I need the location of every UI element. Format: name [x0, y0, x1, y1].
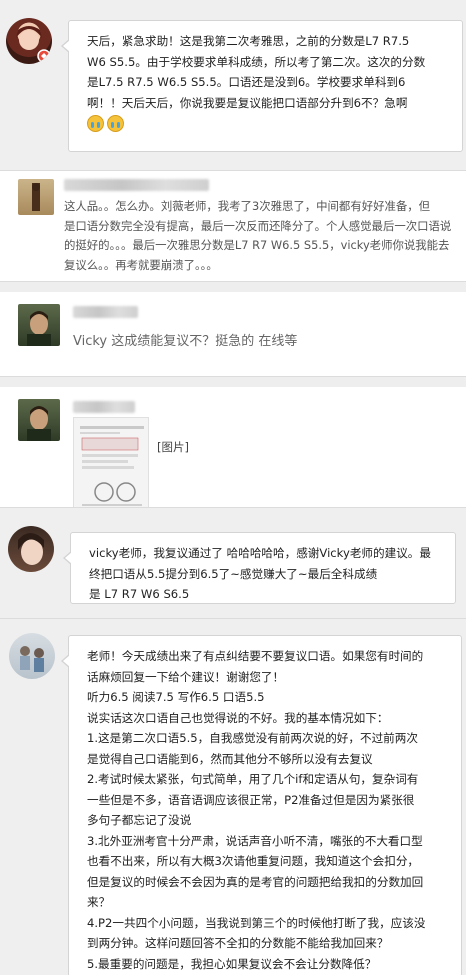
comment-bubble: vicky老师，我复议通过了 哈哈哈哈哈，感谢Vicky老师的建议。最 终把口语…: [63, 532, 456, 604]
comment-line: 一些但是不多，语音语调应该很正常，P2准备过但是因为紧张很: [87, 792, 415, 807]
comment-bubble: 天后，紧急求助！这是我第二次考雅思，之前的分数是L7 R7.5 W6 S5.5。…: [61, 20, 463, 152]
comment-line: 来？: [87, 895, 111, 909]
comment-line: 到两分钟。这样问题回答不全扣的分数能不能给我加回来？: [87, 936, 389, 950]
comment-line: 是 L7 R7 W6 S6.5: [89, 587, 190, 601]
username-blurred: [73, 401, 135, 413]
comment-line: 也看不出来，所以有大概3次请他重复问题，我知道这个会扣分，: [87, 854, 420, 868]
avatar[interactable]: [9, 633, 55, 679]
image-thumbnail[interactable]: [73, 417, 149, 509]
crying-face-icon: [107, 115, 124, 132]
comment-line: 听力6.5 阅读7.5 写作6.5 口语5.5: [87, 690, 265, 704]
avatar[interactable]: [18, 304, 60, 346]
comment-line: W6 S5.5。由于学校要求单科成绩，所以考了第二次。这次的分数: [87, 54, 426, 69]
comment-text: Vicky 这成绩能复议不？挺急的 在线等: [73, 334, 298, 349]
comment-line: 是L7.5 R7.5 W6.5 S5.5。口语还是没到6。学校要求单科到6: [87, 75, 406, 89]
avatar-photo-icon: [20, 646, 44, 672]
emoji-row: [87, 113, 450, 134]
comment-line: 复议么。。再考就要崩溃了。。。: [64, 257, 218, 272]
comment-line: 这人品。。怎么办。刘薇老师，我考了3次雅思了，中间都有好好准备，但: [64, 199, 431, 213]
avatar[interactable]: [8, 526, 54, 572]
avatar[interactable]: [18, 399, 60, 441]
comment-line: 话麻烦回复一下给个建议！谢谢您了！: [87, 669, 285, 684]
comment-line: 天后，紧急求助！这是我第二次考雅思，之前的分数是L7 R7.5: [87, 34, 410, 48]
comment-line: 1.这是第二次口语5.5，自我感觉没有前两次说的好，不过前两次: [87, 731, 418, 745]
comment-line: 啊！！天后天后，你说我要是复议能把口语部分升到6不？急啊: [87, 95, 408, 110]
comment-line: 说实话这次口语自己也觉得说的不好。我的基本情况如下：: [87, 710, 389, 725]
avatar[interactable]: [6, 18, 52, 64]
comment-block-2: 这人品。。怎么办。刘薇老师，我考了3次雅思了，中间都有好好准备，但 是口语分数完…: [0, 171, 466, 281]
avatar-photo-icon: [18, 533, 44, 565]
comment-line: 4.P2一共四个小问题，当我说到第三个的时候他打断了我，应该没: [87, 915, 426, 930]
comment-line: 2.考试时候太紧张，句式简单，用了几个if和定语从句，复杂词有: [87, 772, 419, 786]
avatar-illustration-icon: [16, 26, 51, 63]
avatar-photo-icon: [27, 406, 51, 441]
comment-block-1: 天后，紧急求助！这是我第二次考雅思，之前的分数是L7 R7.5 W6 S5.5。…: [0, 0, 466, 170]
comment-block-3: Vicky 这成绩能复议不？挺急的 在线等: [0, 282, 466, 376]
comment-block-6: 老师！今天成绩出来了有点纠结要不要复议口语。如果您有时间的 话麻烦回复一下给个建…: [0, 619, 466, 975]
comment-bubble: 老师！今天成绩出来了有点纠结要不要复议口语。如果您有时间的 话麻烦回复一下给个建…: [61, 635, 462, 975]
username-blurred: [73, 306, 138, 318]
comment-line: 3.北外亚洲考官十分严肃，说话声音小听不清，嘴张的不大看口型: [87, 833, 423, 848]
score-report-image-icon: [80, 426, 144, 506]
image-label[interactable]: [图片]: [157, 439, 189, 455]
comment-line: 多句子都忘记了没说: [87, 813, 192, 827]
comment-text: 这人品。。怎么办。刘薇老师，我考了3次雅思了，中间都有好好准备，但 是口语分数完…: [64, 197, 451, 275]
comment-block-5: vicky老师，我复议通过了 哈哈哈哈哈，感谢Vicky老师的建议。最 终把口语…: [0, 508, 466, 618]
username-blurred: [64, 179, 209, 191]
comment-line: 的挺好的。。。最后一次雅思分数是L7 R7 W6.5 S5.5，vicky老师你…: [64, 238, 450, 252]
avatar-photo-icon: [27, 311, 51, 346]
crying-face-icon: [87, 115, 104, 132]
comment-line: 是觉得自己口语能到6，然而其他分不够所以没有去复议: [87, 751, 373, 766]
comment-line: 是口语分数完全没有提高，最后一次反而还降分了。个人感觉最后一次口语说: [64, 218, 452, 233]
comment-line: 5.最重要的问题是，我担心如果复议会不会让分数降低？: [87, 956, 377, 971]
comment-line: 但是复议的时候会不会因为真的是考官的问题把给我扣的分数加回: [87, 874, 424, 889]
avatar-photo-icon: [32, 183, 40, 211]
comment-line: 老师！今天成绩出来了有点纠结要不要复议口语。如果您有时间的: [87, 649, 424, 663]
comment-line: 终把口语从5.5提分到6.5了~感觉赚大了~最后全科成绩: [89, 566, 378, 581]
avatar[interactable]: [18, 179, 54, 215]
comment-line: vicky老师，我复议通过了 哈哈哈哈哈，感谢Vicky老师的建议。最: [89, 546, 431, 560]
comment-block-4: [图片]: [0, 377, 466, 509]
